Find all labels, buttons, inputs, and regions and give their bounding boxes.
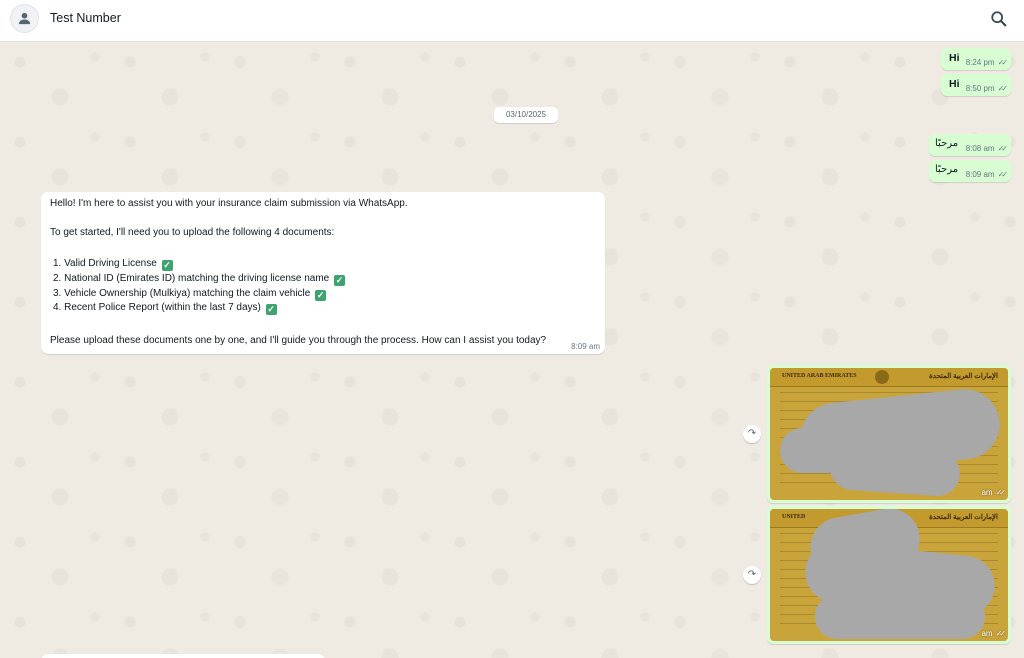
forward-button[interactable]: ↷ [743,566,761,584]
message-meta: 8:09 am ✓✓ [965,170,1009,179]
outgoing-message[interactable]: Hi 8:50 pm ✓✓ [941,74,1011,96]
list-number: 2. [53,273,62,284]
date-divider: 03/10/2025 [494,107,558,123]
image-time-text: am [981,629,993,638]
forward-icon: ↷ [747,428,757,439]
list-number: 1. [53,258,62,269]
list-number: 3. [53,288,62,299]
forward-icon: ↷ [747,569,757,580]
check-mark-icon: ✓ [315,290,327,301]
double-check-icon: ✓✓ [995,629,1007,638]
message-text: مرحبًا [935,138,959,149]
list-item: 3. Vehicle Ownership (Mulkiya) matching … [53,288,327,301]
list-text: Valid Driving License [64,258,157,269]
message-instruction: To get started, I'll need you to upload … [50,227,335,238]
double-check-icon: ✓✓ [997,84,1009,93]
message-meta: 8:24 pm ✓✓ [965,58,1009,67]
double-check-icon: ✓✓ [997,58,1009,67]
outgoing-message[interactable]: مرحبًا 8:08 am ✓✓ [929,134,1011,156]
emblem-icon [875,370,889,384]
document-banner: UNITED ARAB EMIRATES الإمارات العربية ال… [770,368,1008,387]
image-message[interactable]: UNITED ARAB EMIRATES الإمارات العربية ال… [767,365,1011,503]
chat-header: Test Number [0,0,1024,42]
double-check-icon: ✓✓ [995,488,1007,497]
chat-panel[interactable]: Hi 8:24 pm ✓✓ Hi 8:50 pm ✓✓ 03/10/2025 مرح… [0,42,1024,658]
image-time: am ✓✓ [981,488,1007,497]
image-time: am ✓✓ [981,629,1007,638]
incoming-message-partial[interactable] [41,654,325,658]
list-text: Recent Police Report (within the last 7 … [64,302,261,313]
message-text: Hi [949,52,960,64]
list-item: 4. Recent Police Report (within the last… [53,302,277,315]
double-check-icon: ✓✓ [997,170,1009,179]
message-time: 8:09 am [965,170,995,179]
person-icon [18,12,31,25]
list-number: 4. [53,302,62,313]
search-icon [991,11,1007,27]
document-image[interactable]: UNITED الإمارات العربية المتحدة [770,509,1008,641]
message-closing: Please upload these documents one by one… [50,335,547,346]
message-text: مرحبًا [935,164,959,175]
image-time-text: am [981,488,993,497]
message-time: 8:24 pm [965,58,995,67]
search-button[interactable] [990,10,1010,30]
message-time: 8:09 am [571,342,600,351]
message-intro: Hello! I'm here to assist you with your … [50,198,408,209]
redaction-scribble [828,443,962,498]
outgoing-message[interactable]: Hi 8:24 pm ✓✓ [941,48,1011,70]
incoming-message[interactable]: Hello! I'm here to assist you with your … [41,192,605,354]
list-text: Vehicle Ownership (Mulkiya) matching the… [64,288,311,299]
message-time: 8:08 am [965,144,995,153]
document-image[interactable]: UNITED ARAB EMIRATES الإمارات العربية ال… [770,368,1008,500]
message-meta: 8:50 pm ✓✓ [965,84,1009,93]
document-banner-ar: الإمارات العربية المتحدة [929,514,998,521]
check-mark-icon: ✓ [334,275,346,286]
check-mark-icon: ✓ [161,260,173,271]
document-banner-en: UNITED [782,514,806,520]
contact-avatar[interactable] [10,4,39,33]
message-meta: 8:08 am ✓✓ [965,144,1009,153]
check-mark-icon: ✓ [265,304,277,315]
contact-name[interactable]: Test Number [50,11,121,25]
document-banner-en: UNITED ARAB EMIRATES [782,373,857,379]
list-text: National ID (Emirates ID) matching the d… [64,273,330,284]
list-item: 2. National ID (Emirates ID) matching th… [53,273,346,286]
list-item: 1. Valid Driving License ✓ [53,258,173,271]
message-text: Hi [949,78,960,90]
outgoing-message[interactable]: مرحبًا 8:09 am ✓✓ [929,160,1011,182]
document-banner-ar: الإمارات العربية المتحدة [929,373,998,380]
double-check-icon: ✓✓ [997,144,1009,153]
image-message[interactable]: UNITED الإمارات العربية المتحدة am ✓✓ [767,506,1011,644]
message-time: 8:50 pm [965,84,995,93]
forward-button[interactable]: ↷ [743,425,761,443]
redaction-scribble [815,594,985,639]
